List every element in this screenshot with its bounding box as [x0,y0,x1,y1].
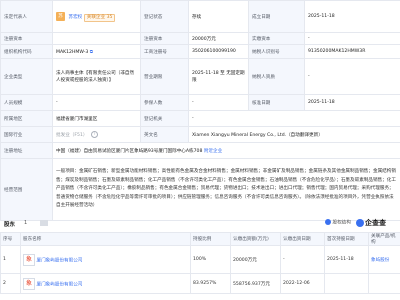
org-code-cell: MAK12HMW-3 ⧉ [52,44,141,59]
company-profile: 法定代表人 苏 苏宏权 关联企业 35 登记状态 存续 成立日期 2025-11… [0,0,400,300]
nearby-companies-link[interactable]: 附近企业 [204,149,222,154]
avatar: 苏 [56,11,65,21]
approval-date-value: 2025-11-18 [304,94,400,111]
org-code-label: 组织机构代码 [0,44,53,59]
legal-rep-cell: 苏 苏宏权 关联企业 35 [52,0,141,33]
help-icon[interactable]: ? [90,131,98,138]
shareholder-name-link[interactable]: 厦门象屿股份有限公司 [36,282,82,287]
shareholders-title: 股东 [4,222,16,228]
intl-industry-value: 批发业（F51） [56,133,88,138]
legal-rep-label: 法定代表人 [0,0,53,33]
shareholder-name-link[interactable]: 厦门象屿股份有限公司 [36,258,82,263]
biz-term-value: 2025-11-18 至 无固定期限 [188,58,249,95]
region-value: 福建省厦门市湖里区 [52,110,141,127]
business-scope-text: 一般项目：金属矿石销售；新型金属功能材料销售；高性能有色金属及合金材料销售；金属… [52,158,400,221]
qr-cell [52,32,141,45]
shareholders-header: 股东 1 股权结构 企查查 [0,218,400,230]
row-ratio: 100% [190,245,231,274]
reg-status-label: 登记状态 [140,0,189,33]
reg-authority-value: - [188,110,400,127]
equity-structure-link[interactable]: 股权结构 [325,219,351,226]
col-related: 关联产品/机构 [368,232,400,246]
reg-status-value: 存续 [188,0,249,33]
region-label: 所属地区 [0,110,53,127]
address-value: 中国（福建）自由贸易试验区厦门片区象屿路93号厦门国际中心A栋708 [56,148,203,154]
org-code-value: MAK12HMW-3 [56,49,89,55]
col-index: 序号 [0,232,21,246]
row-first-date: 2025-11-18 [324,245,369,274]
table-row[interactable]: 2 象 厦门象屿股份有限公司 83.9257% 558756.937万元 202… [0,273,400,294]
taxpayer-no-label: 纳税人识别号 [248,44,305,59]
company-type-label: 企业类型 [0,58,53,95]
col-subscribe-date: 认缴出资日期 [280,232,325,246]
insured-label: 参保人数 [140,94,189,111]
english-name-value: Xiamen Xiangyu Mineral Energy Co., Ltd.（… [188,126,400,143]
row-first-date [324,273,369,294]
structure-icon [325,219,331,225]
established-value: 2025-11-18 [304,0,400,33]
established-label: 成立日期 [248,0,305,33]
copy-icon[interactable]: ⧉ [90,50,93,55]
reg-capital-label-2: 注册资本 [140,32,189,45]
col-amount: 认缴出资额(万元) [230,232,281,246]
business-info-table: 法定代表人 苏 苏宏权 关联企业 35 登记状态 存续 成立日期 2025-11… [0,0,400,221]
company-logo: 象 [23,277,35,290]
scope-label: 经营范围 [0,158,53,221]
col-name: 股东名称 [20,232,191,246]
reg-capital-value: 20000万元 [188,32,249,45]
approval-date-label: 核准日期 [248,94,305,111]
row-subscribe-date: 2022-12-06 [280,273,325,294]
taxpayer-qual-value: - [304,58,400,95]
taxpayer-qual-label: 纳税人资质 [248,58,305,95]
table-row[interactable]: 1 象 厦门象屿股份有限公司 100% 20000万元 - 2025-11-18… [0,245,400,274]
biz-reg-no-label: 工商注册号 [140,44,189,59]
company-type-value: 法人商事主体【有限责任公司（非自然人投资或控股的法人独资）】 [52,58,141,95]
intl-industry-label: 国际行业 [0,126,53,143]
address-cell: 中国（福建）自由贸易试验区厦门片区象屿路93号厦门国际中心A栋708 附近企业 [52,142,400,159]
legal-rep-name[interactable]: 苏宏权 [68,15,82,20]
row-ratio: 83.9257% [190,273,231,294]
row-related-link[interactable]: 象屿股份 [368,245,400,274]
row-subscribe-date: - [280,245,325,274]
col-ratio: 持股比例 [190,232,231,246]
brand-logo-icon [356,219,364,227]
row-amount: 558756.937万元 [230,273,281,294]
col-first-date: 首次持股日期 [324,232,369,246]
row-index: 2 [0,273,21,294]
row-index: 1 [0,245,21,274]
reg-authority-label: 登记机关 [140,110,189,127]
row-name-cell: 象 厦门象屿股份有限公司 [20,273,191,294]
staff-value: - [52,94,141,111]
shareholders-filter[interactable] [40,220,48,226]
insured-value: - [188,94,249,111]
related-companies-tag[interactable]: 关联企业 35 [83,13,116,22]
brand-logo: 企查查 [356,218,386,228]
paidin-capital-value: - [304,32,400,45]
row-related [368,273,400,294]
intl-industry-cell: 批发业（F51） ? [52,126,141,143]
row-name-cell: 象 厦门象屿股份有限公司 [20,245,191,274]
english-name-label: 英文名 [140,126,189,143]
row-amount: 20000万元 [230,245,281,274]
paidin-capital-label: 实缴资本 [248,32,305,45]
shareholders-count: 1 [24,220,28,226]
company-logo: 象 [23,253,35,266]
shareholders-table: 序号 股东名称 持股比例 认缴出资额(万元) 认缴出资日期 首次持股日期 关联产… [0,232,400,294]
biz-term-label: 营业期限 [140,58,189,95]
reg-capital-label: 注册资本 [0,32,53,45]
staff-label: 人员规模 [0,94,53,111]
taxpayer-no-value: 91350200MAK12HMW3R [304,44,400,59]
biz-reg-no-value: 350206100099190 [188,44,249,59]
address-label: 注册地址 [0,142,53,159]
